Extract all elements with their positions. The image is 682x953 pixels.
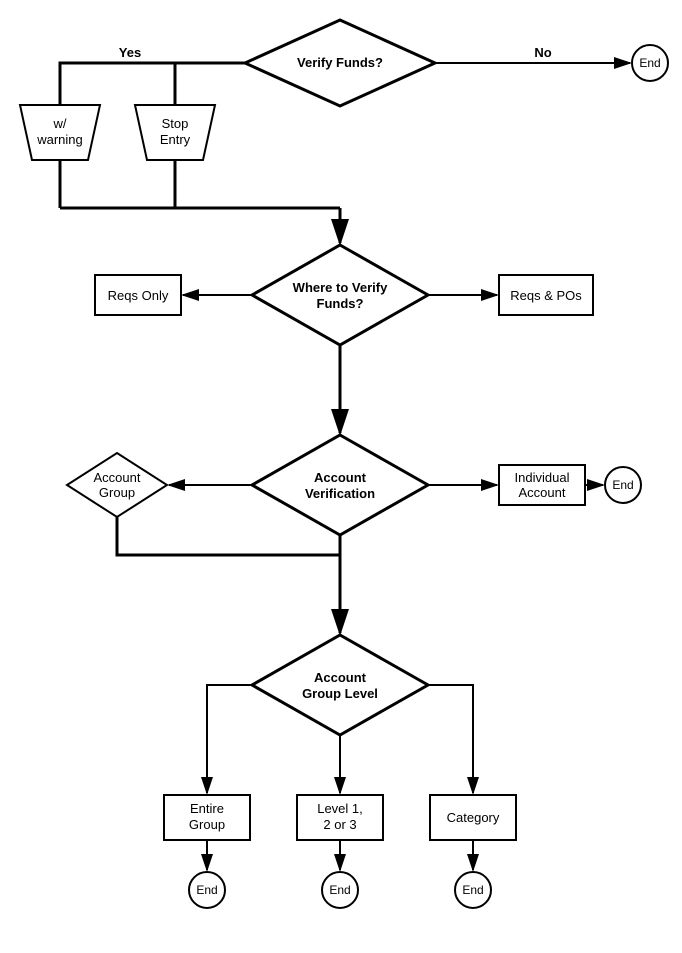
box-level-123: Level 1, 2 or 3 [297, 795, 383, 840]
svg-text:Reqs Only: Reqs Only [108, 288, 169, 303]
end-terminal-level: End [322, 872, 358, 908]
box-reqs-pos: Reqs & POs [499, 275, 593, 315]
box-individual-account: Individual Account [499, 465, 585, 505]
end-terminal-entire-group: End [189, 872, 225, 908]
end-terminal-individual: End [605, 467, 641, 503]
svg-text:Category: Category [447, 810, 500, 825]
decision-verify-funds-label: Verify Funds? [297, 55, 383, 70]
svg-text:Funds?: Funds? [317, 296, 364, 311]
decision-account-verification: Account Verification [252, 435, 428, 535]
diamond-account-group: Account Group [67, 453, 167, 517]
decision-where-to-verify: Where to Verify Funds? [252, 245, 428, 345]
svg-text:End: End [462, 883, 483, 897]
yes-label: Yes [119, 45, 141, 60]
svg-text:warning: warning [36, 132, 83, 147]
svg-text:Verification: Verification [305, 486, 375, 501]
svg-text:Where to Verify: Where to Verify [293, 280, 388, 295]
svg-text:End: End [329, 883, 350, 897]
svg-text:Account: Account [314, 670, 367, 685]
svg-text:Individual: Individual [515, 470, 570, 485]
svg-text:Account: Account [519, 485, 566, 500]
svg-text:w/: w/ [53, 116, 67, 131]
svg-text:End: End [639, 56, 660, 70]
box-reqs-only: Reqs Only [95, 275, 181, 315]
svg-text:Group Level: Group Level [302, 686, 378, 701]
svg-text:Entire: Entire [190, 801, 224, 816]
no-label: No [534, 45, 551, 60]
svg-text:End: End [612, 478, 633, 492]
svg-text:Account: Account [314, 470, 367, 485]
decision-account-group-level: Account Group Level [252, 635, 428, 735]
svg-text:Group: Group [99, 485, 135, 500]
trapezoid-with-warning: w/ warning [20, 105, 100, 160]
end-terminal-top: End [632, 45, 668, 81]
svg-text:Level 1,: Level 1, [317, 801, 363, 816]
svg-text:2 or 3: 2 or 3 [323, 817, 356, 832]
svg-text:Account: Account [94, 470, 141, 485]
svg-text:End: End [196, 883, 217, 897]
box-category: Category [430, 795, 516, 840]
svg-text:Group: Group [189, 817, 225, 832]
svg-text:Stop: Stop [162, 116, 189, 131]
end-terminal-category: End [455, 872, 491, 908]
decision-verify-funds: Verify Funds? [245, 20, 435, 106]
box-entire-group: Entire Group [164, 795, 250, 840]
svg-text:Reqs & POs: Reqs & POs [510, 288, 582, 303]
svg-text:Entry: Entry [160, 132, 191, 147]
trapezoid-stop-entry: Stop Entry [135, 105, 215, 160]
flowchart-diagram: Verify Funds? No End Yes w/ warning Stop… [0, 0, 682, 953]
